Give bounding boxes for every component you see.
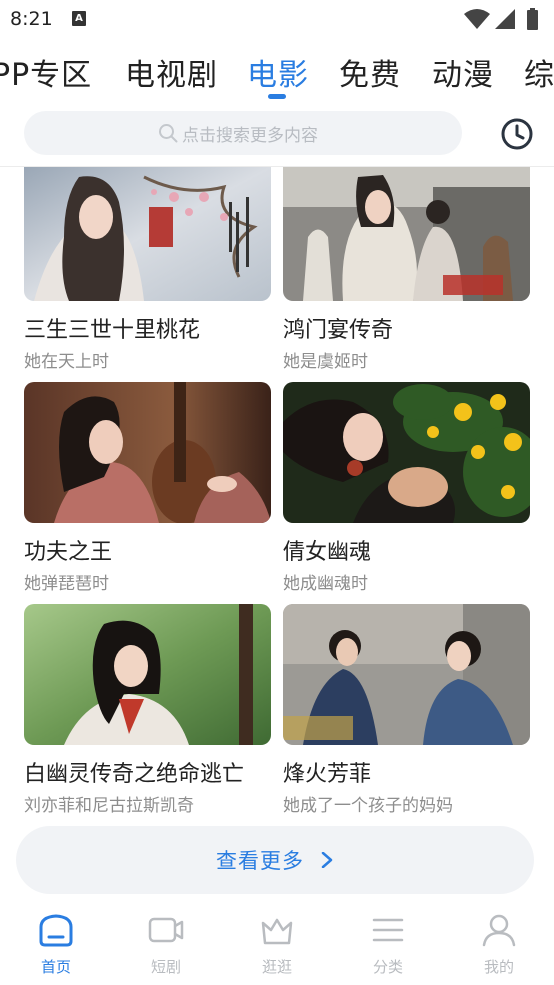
category-tabs: PP专区 电视剧 电影 免费 动漫 综 xyxy=(0,38,554,100)
video-icon xyxy=(148,917,184,943)
nav-label: 我的 xyxy=(483,958,514,976)
card-title: 烽火芳菲 xyxy=(283,762,372,787)
battery-icon xyxy=(527,8,538,30)
nav-short-drama[interactable]: 短剧 xyxy=(126,913,206,983)
clock-icon[interactable] xyxy=(499,116,535,152)
search-hint: 点击搜索更多内容 xyxy=(158,122,318,146)
movie-card[interactable]: 白幽灵传奇之绝命逃亡 刘亦菲和尼古拉斯凯奇 xyxy=(24,604,271,816)
tab-anime[interactable]: 动漫 xyxy=(432,50,494,94)
see-more-label: 查看更多 xyxy=(216,849,304,873)
card-subtitle: 她成了一个孩子的妈妈 xyxy=(283,796,453,816)
nav-label: 逛逛 xyxy=(261,958,292,976)
home-icon xyxy=(39,914,73,947)
poster-image xyxy=(24,167,271,301)
poster-image xyxy=(24,382,271,523)
chevron-right-icon xyxy=(321,852,333,868)
status-icons xyxy=(464,8,538,30)
card-title: 倩女幽魂 xyxy=(283,540,372,565)
tab-pp-zone[interactable]: PP专区 xyxy=(0,50,92,94)
movie-card[interactable]: 三生三世十里桃花 她在天上时 xyxy=(24,167,271,372)
nav-label: 首页 xyxy=(40,958,71,976)
nav-home[interactable]: 首页 xyxy=(16,913,96,983)
wifi-icon xyxy=(464,9,490,29)
bottom-navigation: 首页 短剧 逛逛 分类 我的 xyxy=(0,905,554,985)
nav-label: 短剧 xyxy=(150,958,181,976)
card-subtitle: 刘亦菲和尼古拉斯凯奇 xyxy=(24,796,194,816)
movie-grid: 三生三世十里桃花 她在天上时 鸿门宴传奇 她是虞姬时 功夫之王 她弹琵琶时 倩女… xyxy=(0,167,554,899)
card-title: 三生三世十里桃花 xyxy=(24,318,201,343)
movie-card[interactable]: 功夫之王 她弹琵琶时 xyxy=(24,382,271,594)
nav-categories[interactable]: 分类 xyxy=(348,913,428,983)
movie-card[interactable]: 倩女幽魂 她成幽魂时 xyxy=(283,382,530,594)
movie-card[interactable]: 鸿门宴传奇 她是虞姬时 xyxy=(283,167,530,372)
poster-image xyxy=(283,604,530,745)
card-title: 鸿门宴传奇 xyxy=(283,318,394,343)
nav-browse[interactable]: 逛逛 xyxy=(237,913,317,983)
poster-image xyxy=(24,604,271,745)
tab-tv-series[interactable]: 电视剧 xyxy=(125,50,218,94)
menu-icon xyxy=(372,918,404,942)
active-tab-indicator xyxy=(268,94,286,99)
signal-icon xyxy=(495,9,515,29)
tab-free[interactable]: 免费 xyxy=(339,50,401,94)
card-subtitle: 她成幽魂时 xyxy=(283,574,368,594)
card-subtitle: 她在天上时 xyxy=(24,352,109,372)
status-bar: 8:21 A xyxy=(0,0,554,38)
notification-icon: A xyxy=(72,11,86,26)
card-title: 白幽灵传奇之绝命逃亡 xyxy=(24,762,245,787)
tab-variety[interactable]: 综 xyxy=(524,50,554,94)
poster-image xyxy=(283,167,530,301)
nav-profile[interactable]: 我的 xyxy=(459,913,539,983)
profile-icon xyxy=(482,914,516,947)
movie-card[interactable]: 烽火芳菲 她成了一个孩子的妈妈 xyxy=(283,604,530,816)
search-icon xyxy=(159,124,178,143)
card-title: 功夫之王 xyxy=(24,540,113,565)
search-input[interactable]: 点击搜索更多内容 xyxy=(24,111,462,155)
nav-label: 分类 xyxy=(372,958,403,976)
see-more-button[interactable]: 查看更多 xyxy=(16,826,534,894)
card-subtitle: 她是虞姬时 xyxy=(283,352,368,372)
tab-movies[interactable]: 电影 xyxy=(247,50,309,94)
status-time: 8:21 xyxy=(10,8,53,30)
crown-icon xyxy=(261,918,293,945)
card-subtitle: 她弹琵琶时 xyxy=(24,574,109,594)
search-placeholder: 点击搜索更多内容 xyxy=(182,125,318,146)
poster-image xyxy=(283,382,530,523)
